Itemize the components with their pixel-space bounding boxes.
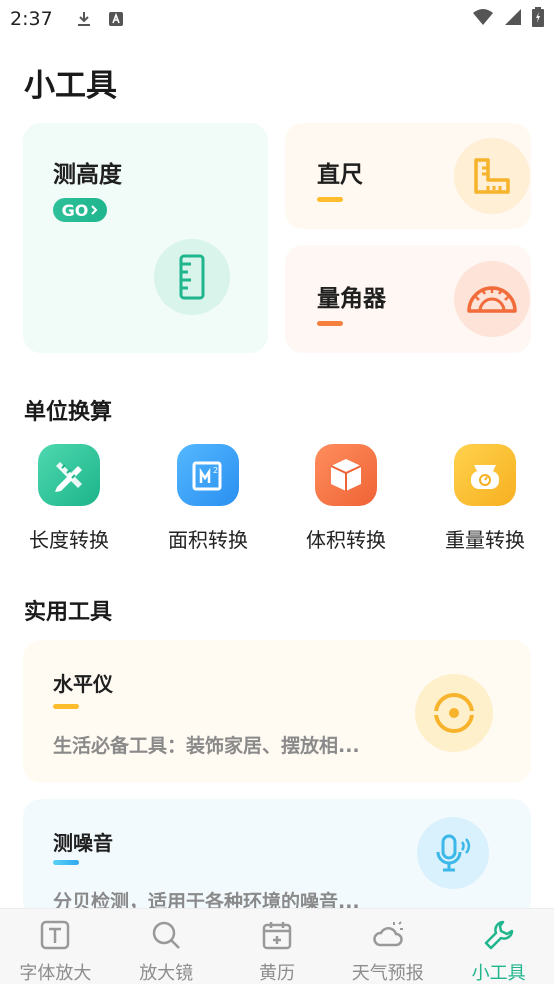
level-tool-title: 水平仪 [53,672,113,696]
level-underline [53,704,79,709]
pencil-ruler-icon [38,444,100,506]
ruler-card[interactable]: 直尺 [285,123,531,229]
noise-underline [53,860,79,865]
unit-item-weight[interactable]: 重量转换 [425,444,545,553]
tab-font-enlarge[interactable]: 字体放大 [0,909,111,984]
unit-label-area: 面积转换 [168,528,248,552]
font-icon [39,919,71,951]
wifi-icon [472,8,494,30]
unit-item-volume[interactable]: 体积转换 [286,444,406,553]
protractor-card[interactable]: 量角器 [285,245,531,353]
level-tool-card[interactable]: 水平仪 生活必备工具：装饰家居、摆放相... [23,640,531,783]
unit-item-area[interactable]: 2 面积转换 [148,444,268,553]
tab-magnifier[interactable]: 放大镜 [111,909,222,984]
page-title: 小工具 [24,68,117,104]
tab-label: 放大镜 [139,963,194,984]
area-icon: 2 [177,444,239,506]
cube-icon [315,444,377,506]
tab-label: 小工具 [471,963,526,984]
unit-item-length[interactable]: 长度转换 [9,444,129,553]
ruler-card-title: 直尺 [317,162,363,188]
status-bar: 2:37 [0,0,554,38]
notification-a-icon [107,10,125,28]
microphone-icon [417,817,489,889]
protractor-card-title: 量角器 [317,286,386,312]
tab-tools[interactable]: 小工具 [443,909,554,984]
weather-icon [372,919,404,951]
ruler-icon [454,138,530,214]
tab-label: 黄历 [258,963,295,984]
battery-icon [532,7,544,31]
protractor-icon [454,261,530,337]
ruler-underline [317,197,343,202]
unit-label-weight: 重量转换 [445,528,525,552]
height-measure-card[interactable]: 测高度 GO [23,123,268,353]
bottom-tab-bar: 字体放大 放大镜 黄历 天气预报 小工具 [0,908,554,984]
scale-icon [454,444,516,506]
practical-section-title-text: 实用工具 [24,600,113,625]
level-icon [415,674,493,752]
tab-almanac[interactable]: 黄历 [222,909,333,984]
unit-label-length: 长度转换 [29,528,109,552]
unit-label-volume: 体积转换 [306,528,386,552]
status-time: 2:37 [10,8,53,30]
calendar-icon [261,919,293,951]
noise-tool-card[interactable]: 测噪音 分贝检测，适用于各种环境的噪音... [23,799,531,919]
protractor-underline [317,321,343,326]
magnifier-icon [150,919,182,951]
height-card-title: 测高度 [53,162,122,188]
tab-label: 字体放大 [19,963,92,984]
level-tool-desc: 生活必备工具：装饰家居、摆放相... [53,735,360,757]
download-icon [75,10,93,28]
unit-section-title: 单位换算 [24,394,112,426]
signal-icon [504,8,522,30]
svg-text:2: 2 [213,466,218,475]
go-button[interactable]: GO [53,198,107,222]
unit-section-title-text: 单位换算 [24,400,113,425]
practical-section-title: 实用工具 [24,594,112,626]
chevron-right-icon [90,201,98,220]
go-label: GO [61,200,89,220]
noise-tool-title: 测噪音 [53,831,113,855]
tab-weather[interactable]: 天气预报 [332,909,443,984]
height-ruler-icon [154,239,230,315]
tab-label: 天气预报 [351,963,424,984]
wrench-icon [483,919,515,951]
